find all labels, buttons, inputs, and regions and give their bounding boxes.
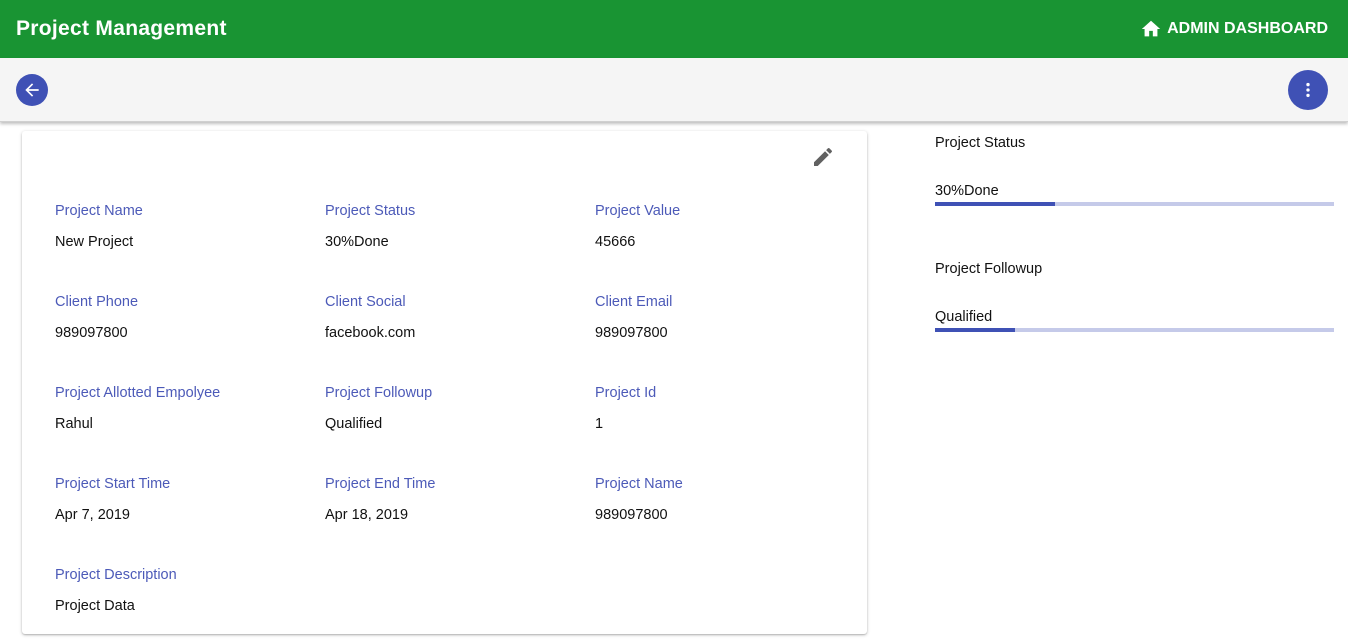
field-label: Project Value bbox=[595, 203, 681, 219]
field-project-name-2: Project Name 989097800 bbox=[595, 475, 855, 524]
status-panel-value: 30%Done bbox=[935, 183, 999, 199]
pencil-icon bbox=[814, 147, 833, 166]
field-value: Apr 18, 2019 bbox=[325, 507, 409, 523]
edit-button[interactable] bbox=[811, 145, 835, 169]
field-label: Project End Time bbox=[325, 476, 436, 492]
more-options-button[interactable] bbox=[1288, 70, 1328, 110]
field-project-value: Project Value 45666 bbox=[595, 202, 855, 251]
field-label: Client Email bbox=[595, 294, 673, 310]
more-vert-icon bbox=[1306, 82, 1310, 98]
toolbar bbox=[0, 58, 1348, 122]
field-label: Project Id bbox=[595, 385, 657, 401]
field-project-id: Project Id 1 bbox=[595, 384, 855, 433]
field-project-status: Project Status 30%Done bbox=[325, 202, 585, 251]
field-project-followup: Project Followup Qualified bbox=[325, 384, 585, 433]
field-label: Project Status bbox=[325, 203, 416, 219]
field-allotted-employee: Project Allotted Empolyee Rahul bbox=[55, 384, 315, 433]
status-progress-fill bbox=[935, 202, 1055, 206]
field-label: Project Name bbox=[55, 203, 143, 219]
field-project-name: Project Name New Project bbox=[55, 202, 315, 251]
back-button[interactable] bbox=[16, 74, 48, 106]
followup-panel: Project Followup Qualified bbox=[935, 260, 1334, 332]
followup-panel-value: Qualified bbox=[935, 309, 993, 325]
field-client-phone: Client Phone 989097800 bbox=[55, 293, 315, 342]
field-value: Project Data bbox=[55, 598, 135, 614]
followup-progress-fill bbox=[935, 328, 1015, 332]
field-value: facebook.com bbox=[325, 325, 416, 341]
status-progress-bar bbox=[935, 202, 1334, 206]
admin-dashboard-label: ADMIN DASHBOARD bbox=[1167, 20, 1328, 37]
field-label: Project Allotted Empolyee bbox=[55, 385, 221, 401]
status-panel: Project Status 30%Done bbox=[935, 134, 1334, 206]
field-label: Client Phone bbox=[55, 294, 139, 310]
field-value: Rahul bbox=[55, 416, 93, 432]
field-value: 30%Done bbox=[325, 234, 389, 250]
app-bar: Project Management ADMIN DASHBOARD bbox=[0, 0, 1348, 58]
project-details-card: Project Name New Project Project Status … bbox=[22, 131, 867, 634]
field-end-time: Project End Time Apr 18, 2019 bbox=[325, 475, 585, 524]
field-label: Client Social bbox=[325, 294, 406, 310]
app-title: Project Management bbox=[16, 17, 227, 40]
field-project-description: Project Description Project Data bbox=[55, 566, 315, 615]
arrow-left-icon bbox=[25, 83, 39, 97]
field-label: Project Followup bbox=[325, 385, 433, 401]
field-label: Project Name bbox=[595, 476, 683, 492]
field-label: Project Description bbox=[55, 567, 177, 583]
field-client-social: Client Social facebook.com bbox=[325, 293, 585, 342]
field-value: New Project bbox=[55, 234, 134, 250]
field-value: Apr 7, 2019 bbox=[55, 507, 130, 523]
field-start-time: Project Start Time Apr 7, 2019 bbox=[55, 475, 315, 524]
field-value: 989097800 bbox=[55, 325, 128, 341]
followup-panel-title: Project Followup bbox=[935, 261, 1043, 277]
followup-progress-bar bbox=[935, 328, 1334, 332]
field-client-email: Client Email 989097800 bbox=[595, 293, 855, 342]
admin-dashboard-link[interactable]: ADMIN DASHBOARD bbox=[1140, 18, 1328, 40]
home-icon bbox=[1141, 20, 1161, 37]
field-label: Project Start Time bbox=[55, 476, 171, 492]
field-value: Qualified bbox=[325, 416, 383, 432]
field-value: 989097800 bbox=[595, 325, 668, 341]
field-value: 1 bbox=[595, 416, 604, 432]
status-panel-title: Project Status bbox=[935, 135, 1026, 151]
field-value: 45666 bbox=[595, 234, 636, 250]
field-value: 989097800 bbox=[595, 507, 668, 523]
